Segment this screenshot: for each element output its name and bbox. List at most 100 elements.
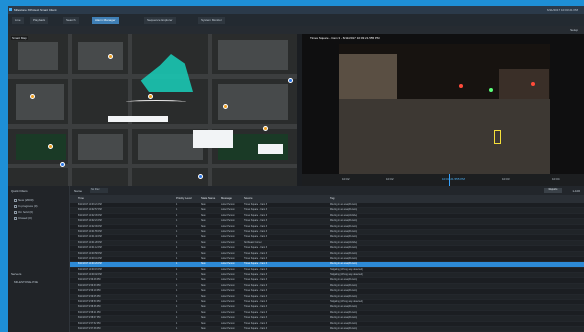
map-road	[128, 34, 132, 186]
table-cell: New	[201, 279, 206, 282]
column-header-tag[interactable]: Tag	[328, 195, 584, 203]
table-cell: New	[201, 241, 206, 244]
table-cell: New	[201, 290, 206, 293]
table-cell: Moving in an area(Person)	[330, 252, 358, 255]
table-cell: Moving in an area(Person)	[330, 263, 358, 266]
table-cell: 6/11/2017 9:58:21 PM	[78, 311, 101, 314]
video-frame[interactable]	[339, 44, 550, 174]
camera-marker-icon[interactable]	[263, 126, 268, 131]
table-cell: 1	[176, 317, 178, 320]
table-cell: Moving in an area(Person)	[330, 225, 358, 228]
detection-box[interactable]	[494, 130, 501, 144]
camera-coverage-zone[interactable]	[140, 54, 193, 92]
video-player[interactable]: Times Square - Cam 3 - 6/11/2017 10:03:2…	[302, 34, 584, 186]
tab-live[interactable]: Live	[12, 17, 24, 24]
camera-marker-icon[interactable]	[48, 144, 53, 149]
table-cell: Loiter Person	[221, 327, 235, 330]
table-cell: 6/11/2017 9:59:33 PM	[78, 284, 101, 287]
table-cell: Loiter Person	[221, 284, 235, 287]
setup-button[interactable]: Setup	[570, 28, 578, 32]
table-cell: Times Square - Cam 3	[244, 220, 268, 223]
tab-playback[interactable]: Playback	[30, 17, 49, 24]
camera-marker-icon[interactable]	[60, 162, 65, 167]
servers-header: Servers	[11, 272, 22, 276]
camera-marker-icon[interactable]	[223, 104, 228, 109]
tab-alarm-manager[interactable]: Alarm Manager	[92, 17, 119, 24]
video-timeline[interactable]: 10:02 10:02 10:03:21.555 PM 10:03 10:04	[302, 174, 584, 186]
table-cell: Tailgating (Wrong way detected)	[330, 268, 363, 271]
reports-button[interactable]: Reports	[544, 188, 562, 193]
app-logo-icon	[9, 8, 12, 11]
column-header-message[interactable]: Message	[219, 195, 242, 203]
camera-marker-icon[interactable]	[108, 54, 113, 59]
map-park	[16, 134, 66, 160]
table-cell: Loiter Person	[221, 214, 235, 217]
map-block	[218, 40, 288, 70]
smart-map[interactable]: Smart Map	[8, 34, 297, 186]
table-cell: New	[201, 317, 206, 320]
table-cell: Loiter Person	[221, 230, 235, 233]
camera-marker-icon[interactable]	[148, 94, 153, 99]
table-row[interactable]: 6/11/2017 9:57:38 PM 1 New Loiter Person Tim…	[70, 326, 584, 332]
camera-marker-icon[interactable]	[288, 78, 293, 83]
table-cell: 6/11/2017 10:02:45 PM	[78, 214, 102, 217]
timeline-scrubber[interactable]	[449, 174, 450, 186]
filter-dropdown[interactable]: No filter	[90, 188, 108, 193]
app-window: Milestone XProtect Smart Client 6/11/201…	[8, 6, 584, 332]
table-cell: 6/11/2017 9:58:50 PM	[78, 301, 101, 304]
table-cell: Times Square - Cam 3	[244, 311, 268, 314]
table-cell: Loiter Person	[221, 279, 235, 282]
table-cell: Times Square - Cam 3	[244, 327, 268, 330]
table-cell: Moving in an area(Vehicle)	[330, 241, 358, 244]
table-cell: Loiter Person	[221, 204, 235, 206]
table-cell: Moving in an area(Person)	[330, 317, 358, 320]
table-cell: Times Square - Cam 3	[244, 214, 268, 217]
page-range: 1-100	[572, 189, 580, 193]
camera-marker-icon[interactable]	[198, 174, 203, 179]
table-cell: Times Square - Cam 3	[244, 263, 268, 266]
map-block	[78, 134, 123, 160]
table-cell: 1	[176, 214, 178, 217]
table-cell: Tailgating (Wrong way detected)	[330, 301, 363, 304]
table-cell: New	[201, 230, 206, 233]
column-header-time[interactable]: Time	[76, 195, 174, 203]
table-cell: 6/11/2017 10:02:57 PM	[78, 209, 102, 212]
table-cell: 6/11/2017 10:00:29 PM	[78, 263, 102, 266]
table-cell: Loiter Person	[221, 247, 235, 250]
filter-label: On hold (0)	[18, 210, 34, 214]
table-cell: 1	[176, 252, 178, 255]
table-cell: New	[201, 252, 206, 255]
tab-system-monitor[interactable]: System Monitor	[198, 17, 225, 24]
table-cell: 6/11/2017 10:00:58 PM	[78, 252, 102, 255]
filter-in-progress[interactable]: In progress (0)	[14, 204, 38, 208]
checkbox-icon	[14, 198, 17, 202]
filter-on-hold[interactable]: On hold (0)	[14, 210, 33, 214]
table-cell: 6/11/2017 10:00:41 PM	[78, 257, 102, 260]
column-header-priority[interactable]: Priority Level	[174, 195, 199, 203]
table-cell: New	[201, 301, 206, 304]
table-cell: Loiter Person	[221, 268, 235, 271]
table-cell: 6/11/2017 10:01:28 PM	[78, 241, 102, 244]
filter-new[interactable]: New (2000)	[14, 198, 34, 202]
tab-sequence-explorer[interactable]: Sequence Explorer	[144, 17, 176, 24]
table-cell: New	[201, 214, 206, 217]
table-cell: 6/11/2017 9:57:38 PM	[78, 327, 101, 330]
map-road	[8, 124, 297, 129]
server-item[interactable]: MILESTONE-P3E	[14, 280, 38, 284]
table-cell: Loiter Person	[221, 225, 235, 228]
filter-closed[interactable]: Closed (0)	[14, 216, 32, 220]
timeline-tick: 10:04	[552, 177, 560, 181]
table-cell: 6/11/2017 9:58:07 PM	[78, 317, 101, 320]
table-cell: Loiter Person	[221, 317, 235, 320]
table-cell: 1	[176, 247, 178, 250]
table-cell: Moving in an area(Person)	[330, 322, 358, 325]
tab-search[interactable]: Search	[63, 17, 79, 24]
table-cell: 6/11/2017 10:03:21 PM	[78, 204, 102, 206]
table-cell: New	[201, 225, 206, 228]
table-cell: New	[201, 236, 206, 239]
map-block	[218, 84, 288, 120]
column-header-source[interactable]: Source	[242, 195, 328, 203]
camera-marker-icon[interactable]	[30, 94, 35, 99]
table-cell: New	[201, 284, 206, 287]
column-header-state[interactable]: State Name	[199, 195, 219, 203]
